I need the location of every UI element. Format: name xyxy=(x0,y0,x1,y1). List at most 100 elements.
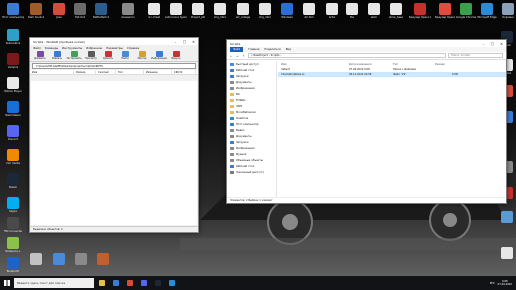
desktop-icon[interactable]: VLC media xyxy=(2,148,24,170)
desktop-icon[interactable]: Браузер Opera xyxy=(434,2,456,24)
desktop-icon[interactable]: Корзина xyxy=(497,2,516,24)
up-icon[interactable]: ↑ xyxy=(242,54,246,58)
desktop-icon[interactable]: Браузер Opera GX xyxy=(409,2,431,24)
close-icon[interactable]: ✕ xyxy=(497,42,506,46)
desktop-icon[interactable]: Subnautica xyxy=(2,28,24,50)
desktop-icon[interactable]: FBX Converter xyxy=(2,216,24,238)
desktop-icon[interactable]: file xyxy=(341,2,363,24)
desktop-icon[interactable]: AC Sim xyxy=(298,2,320,24)
winrar-column-header[interactable]: Размер xyxy=(74,70,96,74)
ribbon-tab[interactable]: Поделиться xyxy=(264,48,280,51)
winrar-menu-item[interactable]: Параметры xyxy=(106,46,123,50)
winrar-column-header[interactable]: Имя xyxy=(30,70,74,74)
winrar-column-header[interactable]: CRC32 xyxy=(172,70,196,74)
explorer-title-bar[interactable]: Scripts – □ ✕ xyxy=(227,40,506,47)
desktop-icon[interactable]: Skype xyxy=(2,196,24,218)
explorer-column-header[interactable]: Тип xyxy=(390,63,432,66)
desktop-icon[interactable]: Dark Souls II xyxy=(25,2,47,24)
taskbar-app-button[interactable] xyxy=(96,277,108,289)
toolbar-button[interactable]: Просмотр xyxy=(83,50,99,60)
desktop-icon-label: Браузер Opera xyxy=(435,16,455,19)
taskbar-app-button[interactable] xyxy=(110,277,122,289)
desktop-icon[interactable]: Bluetooth xyxy=(2,256,24,278)
winrar-path-field[interactable]: C:\Users\ZIM-GAMES\Desktop\project\scrip… xyxy=(32,63,196,69)
desktop-icon[interactable]: Project_AR xyxy=(187,2,209,24)
toolbar-button[interactable]: Информация xyxy=(151,50,167,60)
desktop-icon[interactable]: Roblox Player xyxy=(2,76,24,98)
address-field[interactable]: « NewProject › Scripts › xyxy=(248,53,446,58)
minimize-icon[interactable]: – xyxy=(479,42,488,46)
toolbar-button[interactable]: Добавить xyxy=(32,50,48,60)
desktop-icon[interactable] xyxy=(25,252,47,274)
winrar-menu-item[interactable]: Инструменты xyxy=(62,46,82,50)
desktop-icon[interactable] xyxy=(70,252,92,274)
desktop-icon[interactable]: Battlefield 4 xyxy=(90,2,112,24)
explorer-column-header[interactable]: Дата изменения xyxy=(346,63,390,66)
winrar-column-header[interactable]: Тип xyxy=(116,70,144,74)
desktop-icon[interactable]: nrc.cheat xyxy=(143,2,165,24)
toolbar-button[interactable]: Тестировать xyxy=(66,50,82,60)
desktop-icon[interactable]: Windows xyxy=(276,2,298,24)
desktop-icon[interactable]: Fall Out xyxy=(69,2,91,24)
file-row[interactable]: ChemistryNotes.cs 06.12.2020 20:58 Файл "C… xyxy=(278,72,506,77)
desktop-icon[interactable]: img_intro xyxy=(209,2,231,24)
toolbar-button[interactable]: Вирусы xyxy=(168,50,184,60)
clock[interactable]: 9:08 07.09.2020 xyxy=(498,280,512,286)
desktop-icon[interactable]: art_collage xyxy=(232,2,254,24)
toolbar-button[interactable]: Извлечь xyxy=(49,50,65,60)
taskbar-search[interactable]: Введите здесь текст для поиска xyxy=(14,278,94,288)
explorer-column-header[interactable]: Имя xyxy=(278,63,346,66)
taskbar-app-button[interactable] xyxy=(152,277,164,289)
desktop-icon[interactable] xyxy=(496,246,516,268)
desktop-icon[interactable]: store_base xyxy=(385,2,407,24)
forward-icon[interactable]: → xyxy=(236,54,240,58)
ribbon-tab[interactable]: Файл xyxy=(230,47,244,52)
desktop-icon[interactable] xyxy=(496,210,516,232)
taskbar-app-button[interactable] xyxy=(124,277,136,289)
maximize-icon[interactable]: □ xyxy=(488,42,497,46)
search-input[interactable]: Поиск: Scripts xyxy=(448,53,503,58)
desktop-icon[interactable]: Java xyxy=(48,2,70,24)
desktop-icon[interactable]: Vampire xyxy=(2,52,24,74)
desktop-icon[interactable]: Autoruns в Sysinternals xyxy=(165,2,187,24)
toolbar-button[interactable]: Удалить xyxy=(100,50,116,60)
desktop-icon[interactable]: Google Chrome xyxy=(455,2,477,24)
explorer-column-header[interactable]: Размер xyxy=(432,63,458,66)
winrar-window[interactable]: Scripts - WinRAR (пробная копия) – □ ✕ Ф… xyxy=(29,37,199,233)
winrar-title-bar[interactable]: Scripts - WinRAR (пробная копия) – □ ✕ xyxy=(30,38,198,45)
nav-item[interactable]: Локальный диск (C:) xyxy=(227,169,276,175)
winrar-menu-item[interactable]: Избранное xyxy=(86,46,102,50)
winrar-column-header[interactable]: Сжатый xyxy=(96,70,116,74)
winrar-menu-item[interactable]: Файл xyxy=(33,46,41,50)
desktop-icon[interactable]: Этот компьютер xyxy=(2,2,24,24)
toolbar-button[interactable]: Мастер xyxy=(134,50,150,60)
winrar-file-list[interactable] xyxy=(31,81,197,225)
desktop-icon[interactable]: img_intro xyxy=(254,2,276,24)
desktop-icon[interactable]: Ardis xyxy=(321,2,343,24)
desktop-icon[interactable] xyxy=(92,252,114,274)
language-indicator[interactable]: РУС xyxy=(490,282,495,285)
minimize-icon[interactable]: – xyxy=(171,40,180,44)
maximize-icon[interactable]: □ xyxy=(180,40,189,44)
desktop-icon[interactable]: TeamViewer xyxy=(2,100,24,122)
winrar-menu-item[interactable]: Справка xyxy=(127,46,139,50)
desktop-icon[interactable]: Steam xyxy=(2,172,24,194)
taskbar-app-button[interactable] xyxy=(166,277,178,289)
close-icon[interactable]: ✕ xyxy=(189,40,198,44)
toolbar-button[interactable]: Найти xyxy=(117,50,133,60)
back-icon[interactable]: ← xyxy=(230,54,234,58)
ribbon-tab[interactable]: Главная xyxy=(248,48,259,51)
desktop-icon[interactable] xyxy=(48,252,70,274)
winrar-menu-item[interactable]: Команды xyxy=(45,46,59,50)
desktop-icon[interactable]: Discord xyxy=(2,124,24,146)
explorer-file-rows: default 07.09.2020 9:08 Папка с файлами Che… xyxy=(278,67,506,77)
winrar-column-header[interactable]: Изменён xyxy=(144,70,172,74)
ribbon-tab[interactable]: Вид xyxy=(286,48,291,51)
desktop-icon[interactable]: elixir xyxy=(363,2,385,24)
desktop-icon[interactable]: Assassin's xyxy=(117,2,139,24)
taskbar-app-button[interactable] xyxy=(138,277,150,289)
desktop-icon[interactable]: Notepad++ xyxy=(2,236,24,258)
start-button[interactable] xyxy=(0,276,14,290)
explorer-window[interactable]: Scripts – □ ✕ Файл Главная Поделиться Вид ←… xyxy=(226,39,507,204)
desktop-icon[interactable]: Microsoft Edge xyxy=(476,2,498,24)
